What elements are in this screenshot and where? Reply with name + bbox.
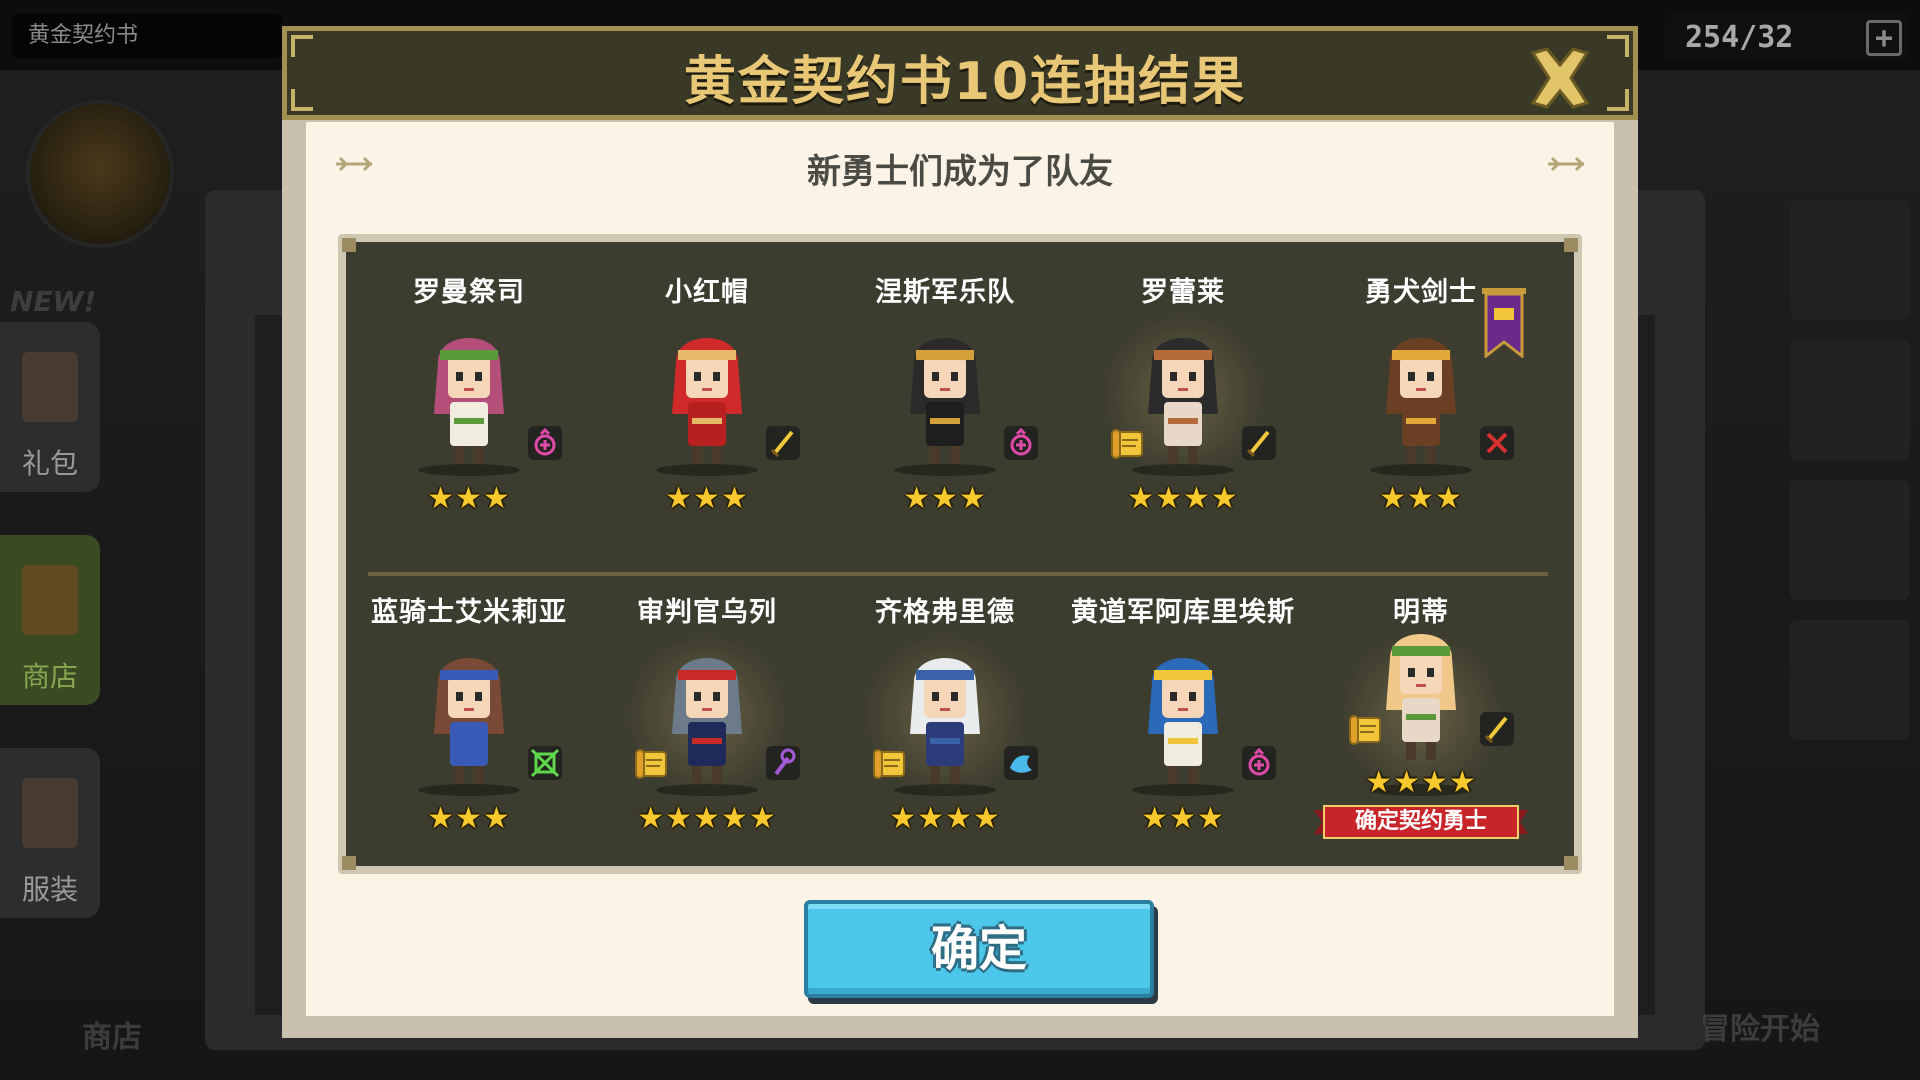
hero-star-rating: ★★★	[427, 801, 511, 836]
hero-portrait	[662, 642, 752, 792]
hero-card[interactable]: 明蒂 ★★★★ 确定契约勇士	[1302, 570, 1540, 870]
right-slot	[1790, 340, 1910, 460]
hero-name: 蓝骑士艾米莉亚	[371, 597, 567, 628]
bottom-shop-label: 商店	[82, 1020, 142, 1055]
hero-star-rating: ★★★	[903, 481, 987, 516]
hero-name: 黄道军阿库里埃斯	[1071, 597, 1295, 628]
hero-star-rating: ★★★★	[889, 801, 1001, 836]
contract-scroll-icon	[870, 746, 912, 782]
add-currency-button[interactable]: +	[1866, 20, 1902, 56]
hero-star-rating: ★★★★	[1365, 765, 1477, 800]
costume-icon	[22, 778, 78, 848]
staff-role-icon	[766, 746, 800, 780]
cross-role-icon	[1480, 426, 1514, 460]
hero-name: 罗蕾莱	[1141, 277, 1225, 308]
hero-portrait	[662, 322, 752, 472]
menu-costume-button[interactable]: 服装	[0, 748, 100, 918]
wave-role-icon	[1004, 746, 1038, 780]
sword-role-icon	[1242, 426, 1276, 460]
currency-value: 254/32	[1685, 20, 1794, 55]
hero-portrait	[1376, 618, 1466, 768]
hero-card[interactable]: 黄道军阿库里埃斯 ★★★	[1064, 570, 1302, 870]
confirm-button-label: 确定	[930, 921, 1027, 977]
hero-star-rating: ★★★	[1141, 801, 1225, 836]
healer-role-icon	[528, 426, 562, 460]
confirm-contract-label: 确定契约勇士	[1354, 809, 1487, 834]
hero-star-rating: ★★★★	[1127, 481, 1239, 516]
hero-star-rating: ★★★	[427, 481, 511, 516]
shop-icon	[22, 565, 78, 635]
hero-card[interactable]: 涅斯军乐队 ★★★	[826, 250, 1064, 550]
contract-scroll-icon	[632, 746, 674, 782]
hero-star-rating: ★★★★★	[637, 801, 777, 836]
top-left-info: 黄金契约书	[12, 14, 282, 58]
hero-name: 罗曼祭司	[413, 277, 525, 308]
modal-header: 黄金契约书10连抽结果	[282, 26, 1638, 120]
hero-card[interactable]: 齐格弗里德 ★★★★	[826, 570, 1064, 870]
confirm-contract-ribbon[interactable]: 确定契约勇士	[1314, 802, 1528, 842]
hero-name: 齐格弗里德	[875, 597, 1015, 628]
right-slot	[1790, 480, 1910, 600]
menu-costume-label: 服装	[21, 873, 78, 906]
close-x-icon	[1530, 47, 1590, 109]
hero-star-rating: ★★★	[665, 481, 749, 516]
menu-shop-label: 商店	[21, 660, 78, 693]
sword-role-icon	[766, 426, 800, 460]
adventure-start-label: 冒险开始	[1700, 1012, 1820, 1047]
currency-counter: 254/32 +	[1665, 14, 1910, 62]
hero-card[interactable]: 审判官乌列 ★★★★★	[588, 570, 826, 870]
menu-gift-button[interactable]: 礼包	[0, 322, 100, 492]
hero-card[interactable]: 罗曼祭司 ★★★	[350, 250, 588, 550]
right-slots	[1780, 200, 1920, 1000]
menu-gift-label: 礼包	[21, 447, 78, 480]
healer-role-icon	[1242, 746, 1276, 780]
guild-banner-icon	[1478, 286, 1530, 360]
gift-icon	[22, 352, 78, 422]
hero-portrait	[900, 322, 990, 472]
hero-star-rating: ★★★	[1379, 481, 1463, 516]
modal-body: 新勇士们成为了队友 罗曼祭司 ★★★ 小红帽 ★★★ 涅斯军乐队 ★★★ 罗蕾莱 ★★★★ 勇犬…	[306, 122, 1614, 1016]
grid-corner	[1564, 238, 1578, 252]
crosshair-role-icon	[528, 746, 562, 780]
hero-card[interactable]: 罗蕾莱 ★★★★	[1064, 250, 1302, 550]
healer-role-icon	[1004, 426, 1038, 460]
right-slot	[1790, 620, 1910, 740]
modal-subtitle: 新勇士们成为了队友	[807, 152, 1113, 192]
contract-scroll-icon	[1346, 712, 1388, 748]
hero-portrait	[424, 322, 514, 472]
grid-corner	[1564, 856, 1578, 870]
hero-card[interactable]: 蓝骑士艾米莉亚 ★★★	[350, 570, 588, 870]
hero-portrait	[1138, 642, 1228, 792]
modal-title: 黄金契约书10连抽结果	[683, 52, 1247, 112]
player-avatar[interactable]	[26, 100, 174, 248]
sword-role-icon	[1480, 712, 1514, 746]
close-button[interactable]	[1525, 43, 1595, 113]
hero-name: 审判官乌列	[637, 597, 777, 628]
hero-result-grid: 罗曼祭司 ★★★ 小红帽 ★★★ 涅斯军乐队 ★★★ 罗蕾莱 ★★★★ 勇犬剑士 ★★★ 蓝骑士艾米…	[338, 234, 1582, 874]
menu-shop-button[interactable]: 商店	[0, 535, 100, 705]
contract-scroll-icon	[1108, 426, 1150, 462]
new-tag: NEW!	[10, 285, 97, 318]
hero-portrait	[1376, 322, 1466, 472]
hero-name: 小红帽	[665, 277, 749, 308]
right-slot	[1790, 200, 1910, 320]
confirm-button[interactable]: 确定	[804, 900, 1158, 1004]
hero-card[interactable]: 勇犬剑士 ★★★	[1302, 250, 1540, 550]
ornament-right-icon	[1548, 156, 1585, 172]
hero-portrait	[900, 642, 990, 792]
hero-portrait	[1138, 322, 1228, 472]
hero-portrait	[424, 642, 514, 792]
hero-card[interactable]: 小红帽 ★★★	[588, 250, 826, 550]
hero-name: 涅斯军乐队	[875, 277, 1015, 308]
gacha-result-modal: 黄金契约书10连抽结果 新勇士们成为了队友 罗曼祭司 ★★★ 小红帽 ★★★ 涅斯军乐队…	[282, 26, 1638, 1038]
